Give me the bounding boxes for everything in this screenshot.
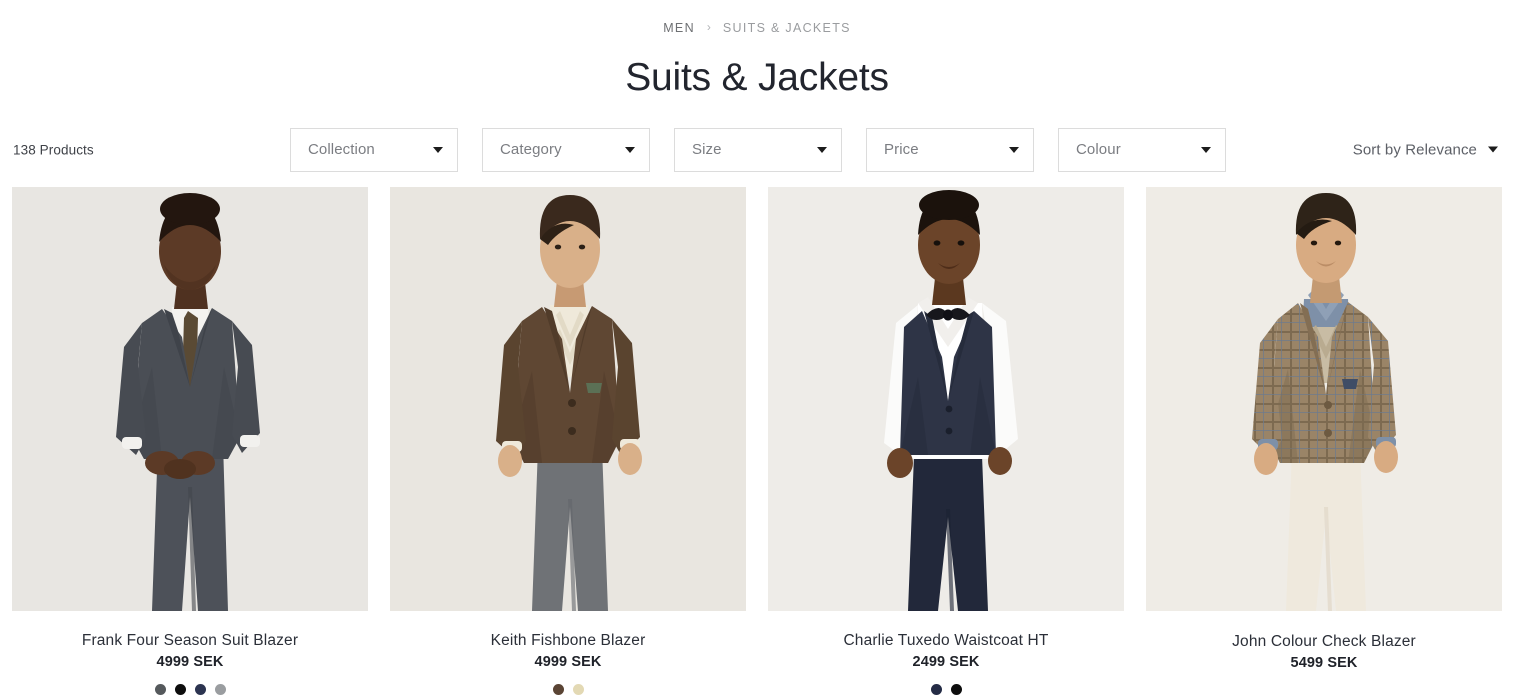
- chevron-down-icon: [817, 146, 827, 153]
- colour-swatch[interactable]: [174, 683, 186, 695]
- product-price: 5499 SEK: [1290, 654, 1358, 671]
- product-card[interactable]: Frank Four Season Suit Blazer 4999 SEK: [12, 186, 368, 696]
- product-card[interactable]: Charlie Tuxedo Waistcoat HT 2499 SEK: [768, 186, 1124, 696]
- colour-swatch[interactable]: [950, 683, 962, 695]
- filter-collection-label: Collection: [308, 141, 375, 159]
- colour-swatch-list: [154, 683, 226, 695]
- product-price: 4999 SEK: [534, 653, 602, 670]
- chevron-down-icon: [1488, 146, 1498, 153]
- filter-price[interactable]: Price: [866, 127, 1034, 172]
- product-image[interactable]: [768, 186, 1124, 611]
- product-card[interactable]: John Colour Check Blazer 5499 SEK: [1146, 186, 1502, 696]
- filter-category-label: Category: [500, 141, 562, 159]
- breadcrumb-separator-icon: ›: [706, 20, 711, 34]
- colour-swatch[interactable]: [552, 683, 564, 695]
- model-photo-john: [1146, 186, 1502, 611]
- filter-collection[interactable]: Collection: [290, 127, 458, 172]
- colour-swatch-list: [930, 683, 962, 695]
- product-title: John Colour Check Blazer: [1232, 632, 1416, 650]
- product-price: 2499 SEK: [912, 653, 980, 670]
- chevron-down-icon: [1201, 146, 1211, 153]
- breadcrumb: MEN › SUITS & JACKETS: [0, 0, 1514, 44]
- chevron-down-icon: [1009, 146, 1019, 153]
- filter-toolbar: 138 Products Collection Category Size Pr…: [0, 119, 1514, 181]
- chevron-down-icon: [625, 146, 635, 153]
- filter-colour[interactable]: Colour: [1058, 127, 1226, 172]
- product-grid: Frank Four Season Suit Blazer 4999 SEK K…: [0, 186, 1514, 696]
- colour-swatch-list: [552, 683, 584, 695]
- breadcrumb-item-suits-jackets: SUITS & JACKETS: [722, 21, 851, 35]
- filter-price-label: Price: [884, 141, 919, 159]
- filter-group: Collection Category Size Price Colour: [290, 127, 1226, 172]
- colour-swatch[interactable]: [214, 683, 226, 695]
- chevron-down-icon: [433, 146, 443, 153]
- filter-size[interactable]: Size: [674, 127, 842, 172]
- sort-dropdown-label: Sort by Relevance: [1352, 141, 1477, 159]
- colour-swatch[interactable]: [154, 683, 166, 695]
- product-image[interactable]: [1146, 186, 1502, 611]
- colour-swatch[interactable]: [194, 683, 206, 695]
- product-card[interactable]: Keith Fishbone Blazer 4999 SEK: [390, 186, 746, 696]
- filter-category[interactable]: Category: [482, 127, 650, 172]
- colour-swatch[interactable]: [930, 683, 942, 695]
- model-photo-keith: [390, 186, 746, 611]
- model-photo-frank: [12, 186, 368, 611]
- product-image[interactable]: [12, 186, 368, 611]
- model-photo-charlie: [768, 186, 1124, 611]
- page-title: Suits & Jackets: [625, 56, 889, 99]
- colour-swatch[interactable]: [572, 683, 584, 695]
- product-count: 138 Products: [13, 142, 94, 158]
- filter-size-label: Size: [692, 141, 722, 159]
- product-title: Charlie Tuxedo Waistcoat HT: [843, 631, 1049, 649]
- product-price: 4999 SEK: [156, 653, 224, 670]
- breadcrumb-item-men[interactable]: MEN: [663, 21, 695, 35]
- product-title: Frank Four Season Suit Blazer: [81, 631, 299, 649]
- sort-dropdown[interactable]: Sort by Relevance: [1353, 141, 1498, 158]
- product-image[interactable]: [390, 186, 746, 611]
- filter-colour-label: Colour: [1076, 141, 1121, 159]
- product-title: Keith Fishbone Blazer: [490, 631, 646, 649]
